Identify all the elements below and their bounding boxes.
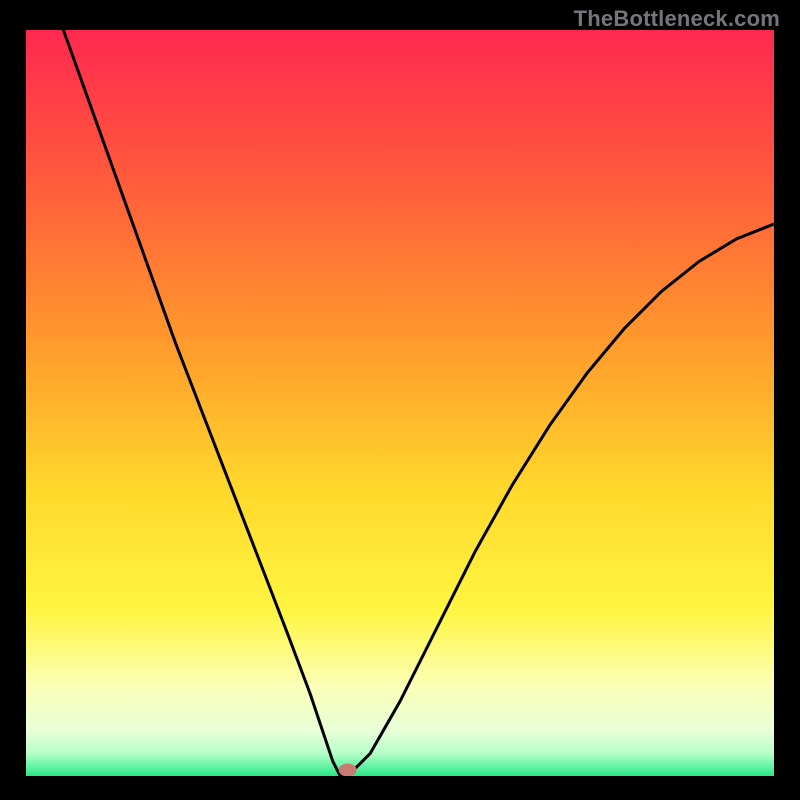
chart-container: TheBottleneck.com bbox=[0, 0, 800, 800]
chart-svg bbox=[26, 30, 774, 776]
optimum-marker-icon bbox=[339, 764, 357, 777]
gradient-background bbox=[26, 30, 774, 776]
watermark-text: TheBottleneck.com bbox=[574, 6, 780, 32]
plot-area bbox=[26, 30, 774, 776]
